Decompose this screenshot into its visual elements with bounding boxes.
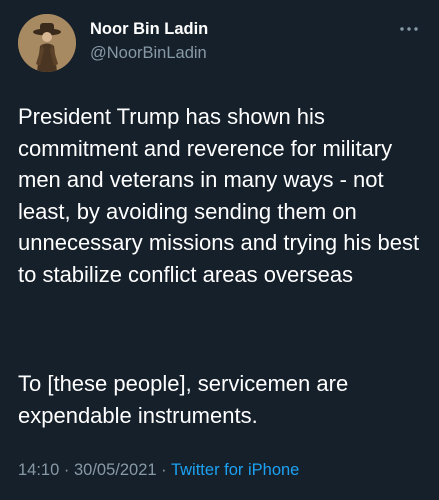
more-options-icon[interactable] <box>398 22 420 36</box>
meta-separator: · <box>161 461 167 479</box>
avatar[interactable] <box>18 14 76 72</box>
tweet-metadata: 14:10 · 30/05/2021 · Twitter for iPhone <box>18 461 299 480</box>
tweet: Noor Bin Ladin @NoorBinLadin President T… <box>0 0 439 500</box>
tweet-source-link[interactable]: Twitter for iPhone <box>171 461 299 479</box>
meta-separator: · <box>63 461 70 479</box>
tweet-time[interactable]: 14:10 <box>18 461 59 479</box>
tweet-date[interactable]: 30/05/2021 <box>74 461 157 479</box>
tweet-text-paragraph-2: To [these people], servicemen are expend… <box>18 371 349 428</box>
display-name[interactable]: Noor Bin Ladin <box>90 20 208 39</box>
user-handle[interactable]: @NoorBinLadin <box>90 44 207 63</box>
tweet-text-paragraph-1: President Trump has shown his commitment… <box>18 104 420 287</box>
